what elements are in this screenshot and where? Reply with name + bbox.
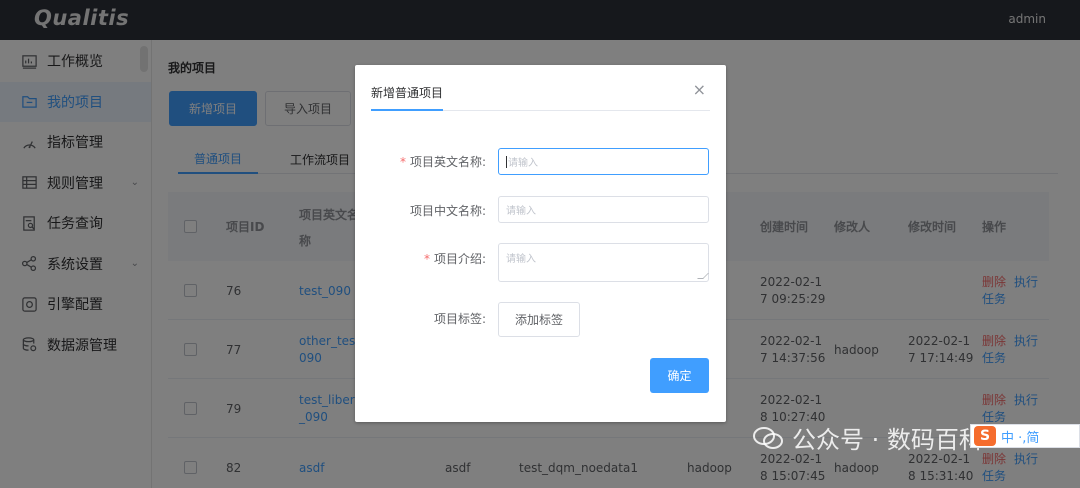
intro-label: * 项目介绍:: [424, 250, 486, 267]
required-mark: *: [399, 155, 406, 169]
intro-placeholder: 请输入: [506, 254, 536, 265]
name-en-label-text: 项目英文名称:: [409, 155, 486, 169]
tags-label: 项目标签:: [433, 312, 486, 326]
required-mark: *: [423, 252, 430, 266]
sogou-logo-icon: S: [974, 426, 996, 446]
wechat-icon: [753, 426, 783, 449]
watermark-text: 公众号 · 数码百科: [792, 426, 983, 454]
name-cn-label: 项目中文名称:: [409, 204, 486, 218]
intro-textarea[interactable]: 请输入: [498, 243, 709, 282]
add-tag-button[interactable]: 添加标签: [498, 302, 580, 337]
name-en-input[interactable]: 请输入: [498, 148, 709, 175]
resize-handle-icon[interactable]: [697, 273, 709, 279]
watermark: 公众号 · 数码百科: [752, 420, 983, 455]
intro-label-text: 项目介绍:: [433, 252, 486, 266]
name-cn-input[interactable]: 请输入: [498, 196, 709, 223]
confirm-button[interactable]: 确定: [650, 358, 709, 393]
ime-status-text: 中 ·,简: [1001, 430, 1040, 446]
ime-toolbar[interactable]: S 中 ·,简: [970, 424, 1080, 448]
close-icon[interactable]: ×: [693, 80, 706, 99]
name-en-label: * 项目英文名称:: [400, 153, 486, 170]
dialog-title-indicator: [371, 109, 443, 111]
dialog-title: 新增普通项目: [371, 86, 444, 100]
new-project-dialog: 新增普通项目 × * 项目英文名称: 请输入 项目中文名称: 请输入 * 项目介绍:…: [355, 65, 726, 422]
